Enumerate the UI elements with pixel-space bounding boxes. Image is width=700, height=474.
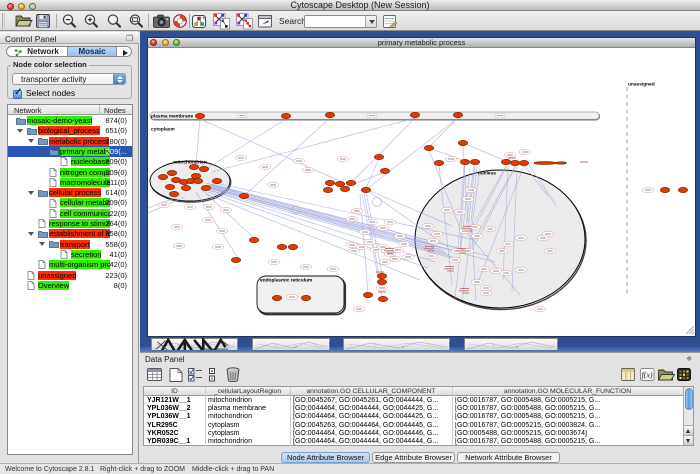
svg-text:unassigned: unassigned	[628, 82, 655, 88]
svg-text:mitochondrion: mitochondrion	[173, 160, 207, 166]
svg-text:nucleus: nucleus	[478, 171, 496, 177]
svg-text:endoplasmic reticulum: endoplasmic reticulum	[260, 278, 312, 284]
svg-text:cytoplasm: cytoplasm	[151, 127, 175, 133]
svg-text:f(x): f(x)	[641, 371, 652, 380]
svg-text:plasma membrane: plasma membrane	[151, 114, 193, 120]
